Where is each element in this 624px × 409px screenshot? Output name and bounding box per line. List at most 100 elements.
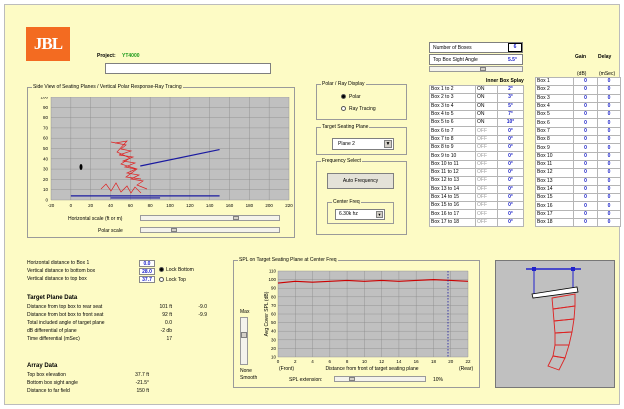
radio-lock-bottom-dot[interactable] — [159, 267, 164, 273]
delay-value[interactable]: 0 — [597, 110, 621, 120]
target-plane-select[interactable]: Plane 2 ▼ — [332, 138, 394, 150]
gain-value[interactable]: 0 — [573, 218, 598, 228]
gain-value[interactable]: 0 — [573, 93, 598, 103]
radio-polar-dot[interactable] — [341, 94, 346, 100]
splay-angle[interactable]: 0° — [497, 217, 524, 228]
radio-lock-bottom[interactable]: Lock Bottom — [159, 267, 194, 273]
radio-polar[interactable]: Polar — [341, 94, 361, 100]
splay-angle[interactable]: 0° — [497, 126, 524, 136]
splay-state[interactable]: ON — [475, 84, 498, 95]
splay-angle[interactable]: 0° — [497, 192, 524, 203]
delay-value[interactable]: 0 — [597, 143, 621, 153]
none-label: None — [240, 368, 252, 374]
distance-value[interactable]: 28.0 — [139, 267, 155, 275]
splay-angle[interactable]: 0° — [497, 176, 524, 186]
splay-state[interactable]: OFF — [475, 151, 498, 161]
splay-angle[interactable]: 0° — [497, 151, 524, 161]
gain-value[interactable]: 0 — [573, 209, 598, 220]
splay-state[interactable]: ON — [475, 109, 498, 120]
radio-ray-tracing[interactable]: Ray Tracing — [341, 106, 376, 112]
smoothing-scrollbar[interactable] — [240, 317, 248, 365]
gain-value[interactable]: 0 — [573, 151, 598, 161]
delay-value[interactable]: 0 — [597, 126, 621, 137]
splay-state[interactable]: OFF — [475, 201, 498, 211]
gain-value[interactable]: 0 — [573, 193, 598, 203]
gain-value[interactable]: 0 — [573, 76, 598, 87]
delay-value[interactable]: 0 — [597, 159, 621, 170]
splay-state[interactable]: OFF — [475, 192, 498, 203]
sight-angle-scrollbar[interactable] — [429, 66, 523, 72]
distance-value[interactable]: 37.7 — [139, 275, 155, 283]
polar-scale-thumb[interactable] — [171, 228, 177, 232]
splay-state[interactable]: OFF — [475, 209, 498, 219]
spl-extension-scrollbar[interactable] — [334, 376, 426, 382]
splay-angle[interactable]: 10° — [497, 118, 524, 128]
delay-value[interactable]: 0 — [597, 135, 621, 145]
number-of-boxes-input[interactable]: 6 — [508, 43, 522, 52]
spl-extension-thumb[interactable] — [349, 377, 355, 381]
gain-value[interactable]: 0 — [573, 110, 598, 120]
delay-value[interactable]: 0 — [597, 184, 621, 195]
smoothing-thumb[interactable] — [241, 332, 247, 338]
splay-state[interactable]: OFF — [475, 184, 498, 194]
delay-value[interactable]: 0 — [597, 118, 621, 128]
center-freq-select[interactable]: 6.30k hz ▼ — [335, 209, 385, 220]
splay-angle[interactable]: 3° — [497, 93, 524, 103]
delay-value[interactable]: 0 — [597, 93, 621, 103]
splay-state[interactable]: OFF — [475, 134, 498, 145]
splay-state[interactable]: OFF — [475, 167, 498, 178]
gain-value[interactable]: 0 — [573, 168, 598, 178]
horizontal-scale-thumb[interactable] — [233, 216, 239, 220]
splay-angle[interactable]: 0° — [497, 184, 524, 194]
splay-state[interactable]: OFF — [475, 126, 498, 136]
radio-lock-top[interactable]: Lock Top — [159, 277, 186, 283]
gain-value[interactable]: 0 — [573, 176, 598, 186]
gain-value[interactable]: 0 — [573, 118, 598, 128]
radio-ray-dot[interactable] — [341, 106, 346, 112]
sight-angle-thumb[interactable] — [480, 67, 486, 71]
auto-frequency-button[interactable]: Auto Frequency — [327, 173, 394, 189]
project-name-field[interactable] — [105, 63, 271, 74]
splay-angle[interactable]: 2° — [497, 84, 524, 95]
splay-state[interactable]: OFF — [475, 143, 498, 153]
radio-lock-top-dot[interactable] — [159, 277, 164, 283]
gain-value[interactable]: 0 — [573, 184, 598, 195]
delay-value[interactable]: 0 — [597, 176, 621, 186]
delay-value[interactable]: 0 — [597, 151, 621, 161]
splay-angle[interactable]: 0° — [497, 143, 524, 153]
splay-state[interactable]: OFF — [475, 176, 498, 186]
delay-value[interactable]: 0 — [597, 218, 621, 228]
gain-value[interactable]: 0 — [573, 201, 598, 211]
distance-value[interactable]: 0.0 — [139, 259, 155, 267]
splay-state[interactable]: ON — [475, 93, 498, 103]
splay-angle[interactable]: 0° — [497, 201, 524, 211]
delay-value[interactable]: 0 — [597, 209, 621, 220]
gain-value[interactable]: 0 — [573, 159, 598, 170]
chevron-down-icon[interactable]: ▼ — [376, 211, 383, 218]
splay-angle[interactable]: 0° — [497, 134, 524, 145]
delay-value[interactable]: 0 — [597, 101, 621, 112]
delay-value[interactable]: 0 — [597, 201, 621, 211]
delay-value[interactable]: 0 — [597, 76, 621, 87]
splay-state[interactable]: OFF — [475, 159, 498, 169]
splay-angle[interactable]: 0° — [497, 209, 524, 219]
delay-value[interactable]: 0 — [597, 193, 621, 203]
gain-value[interactable]: 0 — [573, 135, 598, 145]
splay-state[interactable]: ON — [475, 118, 498, 128]
delay-value[interactable]: 0 — [597, 168, 621, 178]
splay-angle[interactable]: 0° — [497, 167, 524, 178]
polar-scale-scrollbar[interactable] — [140, 227, 280, 233]
gain-value[interactable]: 0 — [573, 126, 598, 137]
splay-state[interactable]: ON — [475, 101, 498, 111]
splay-state[interactable]: OFF — [475, 217, 498, 228]
gain-value[interactable]: 0 — [573, 143, 598, 153]
splay-angle[interactable]: 7° — [497, 109, 524, 120]
gain-value[interactable]: 0 — [573, 101, 598, 112]
splay-angle[interactable]: 5° — [497, 101, 524, 111]
sight-angle-value[interactable]: 5.5° — [508, 57, 517, 63]
chevron-down-icon[interactable]: ▼ — [384, 140, 392, 148]
splay-angle[interactable]: 0° — [497, 159, 524, 169]
gain-value[interactable]: 0 — [573, 85, 598, 95]
horizontal-scale-scrollbar[interactable] — [140, 215, 280, 221]
delay-value[interactable]: 0 — [597, 85, 621, 95]
